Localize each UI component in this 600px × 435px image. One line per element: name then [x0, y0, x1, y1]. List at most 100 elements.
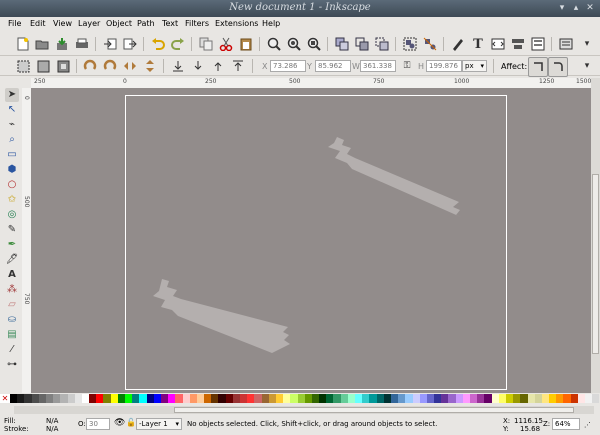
color-swatch[interactable]: [556, 394, 564, 403]
raise-to-top-icon[interactable]: [229, 57, 247, 75]
gradient-icon[interactable]: ▤: [5, 328, 19, 342]
select-icon[interactable]: ➤: [5, 88, 19, 102]
color-swatch[interactable]: [96, 394, 104, 403]
raise-icon[interactable]: [209, 57, 227, 75]
affect-corners-icon[interactable]: [548, 57, 568, 77]
color-swatch[interactable]: [326, 394, 334, 403]
color-swatch[interactable]: [376, 394, 384, 403]
3dbox-icon[interactable]: ⬢: [5, 163, 19, 177]
color-swatch[interactable]: [153, 394, 161, 403]
color-swatch[interactable]: [297, 394, 305, 403]
zoom-selection-icon[interactable]: [265, 35, 283, 53]
select-all-layers-icon[interactable]: [34, 57, 52, 75]
rect-icon[interactable]: ▭: [5, 148, 19, 162]
color-swatch[interactable]: [592, 394, 600, 403]
color-swatch[interactable]: [38, 394, 46, 403]
color-swatch[interactable]: [24, 394, 32, 403]
color-swatch[interactable]: [218, 394, 226, 403]
paste-icon[interactable]: [237, 35, 255, 53]
lower-to-bottom-icon[interactable]: [169, 57, 187, 75]
print-icon[interactable]: [73, 35, 91, 53]
open-icon[interactable]: [33, 35, 51, 53]
color-swatch[interactable]: [333, 394, 341, 403]
color-swatch[interactable]: [390, 394, 399, 403]
eraser-icon[interactable]: ▱: [5, 298, 19, 312]
resize-grip-icon[interactable]: ⋰: [584, 421, 591, 429]
h-field[interactable]: 199.876: [426, 60, 462, 72]
menu-edit[interactable]: Edit: [30, 19, 46, 28]
color-swatch[interactable]: [362, 394, 370, 403]
menu-filters[interactable]: Filters: [185, 19, 209, 28]
color-swatch[interactable]: [470, 394, 478, 403]
menu-text[interactable]: Text: [162, 19, 178, 28]
color-swatch[interactable]: [31, 394, 39, 403]
color-swatch[interactable]: [103, 394, 111, 403]
color-swatch[interactable]: [484, 394, 492, 403]
color-swatch[interactable]: [477, 394, 485, 403]
unit-select[interactable]: px ▾: [462, 60, 487, 72]
color-swatch[interactable]: [585, 394, 593, 403]
color-swatch[interactable]: [520, 394, 528, 403]
ellipse-icon[interactable]: ○: [5, 178, 19, 192]
lock-ratio-icon[interactable]: ⚿: [398, 57, 416, 75]
color-swatch[interactable]: [355, 394, 363, 403]
align-icon[interactable]: [509, 35, 527, 53]
color-swatch[interactable]: [311, 394, 320, 403]
affect-stroke-icon[interactable]: [528, 57, 548, 77]
new-icon[interactable]: [14, 35, 32, 53]
color-swatch[interactable]: [498, 394, 506, 403]
copy-icon[interactable]: [197, 35, 215, 53]
duplicate-icon[interactable]: [333, 35, 351, 53]
preferences-icon[interactable]: [557, 35, 575, 53]
export-icon[interactable]: [121, 35, 139, 53]
color-swatch[interactable]: [434, 394, 442, 403]
color-swatch[interactable]: [211, 394, 219, 403]
opacity-field[interactable]: 30: [86, 418, 110, 430]
color-swatch[interactable]: [125, 394, 133, 403]
color-swatch[interactable]: [290, 394, 298, 403]
palette-scrollbar-thumb[interactable]: [174, 407, 574, 413]
spiral-icon[interactable]: ◎: [5, 208, 19, 222]
toolbar-overflow-icon[interactable]: ▾: [578, 35, 596, 53]
tape-strip[interactable]: [328, 137, 463, 218]
color-swatch[interactable]: [146, 394, 154, 403]
y-field[interactable]: 85.962: [315, 60, 351, 72]
color-swatch[interactable]: [74, 394, 82, 403]
pencil-icon[interactable]: ✎: [5, 223, 19, 237]
color-swatch[interactable]: [261, 394, 269, 403]
color-swatch[interactable]: [513, 394, 521, 403]
w-field[interactable]: 361.338: [360, 60, 396, 72]
menu-help[interactable]: Help: [262, 19, 280, 28]
zoom-icon[interactable]: ⌕: [5, 133, 19, 147]
rotate-ccw-icon[interactable]: [81, 57, 99, 75]
menu-object[interactable]: Object: [106, 19, 132, 28]
color-swatch[interactable]: [225, 394, 233, 403]
color-swatch[interactable]: [10, 394, 18, 403]
xml-editor-icon[interactable]: [489, 35, 507, 53]
color-swatch[interactable]: [204, 394, 212, 403]
palette-scrollbar[interactable]: [14, 406, 594, 414]
color-swatch[interactable]: [441, 394, 449, 403]
zoom-drawing-icon[interactable]: [285, 35, 303, 53]
color-swatch[interactable]: [45, 394, 54, 403]
color-swatch[interactable]: [283, 394, 291, 403]
connector-icon[interactable]: ⊶: [5, 358, 19, 372]
color-swatch[interactable]: [340, 394, 348, 403]
menu-view[interactable]: View: [53, 19, 72, 28]
cut-icon[interactable]: [217, 35, 235, 53]
scrollbar-thumb[interactable]: [592, 174, 599, 354]
menu-layer[interactable]: Layer: [78, 19, 100, 28]
menu-file[interactable]: File: [8, 19, 21, 28]
color-swatch[interactable]: [275, 394, 284, 403]
color-swatch[interactable]: [60, 394, 68, 403]
color-swatch[interactable]: [139, 394, 147, 403]
color-swatch[interactable]: [383, 394, 391, 403]
group-icon[interactable]: [401, 35, 419, 53]
color-swatch[interactable]: [462, 394, 470, 403]
color-swatch[interactable]: [527, 394, 535, 403]
color-swatch[interactable]: [168, 394, 176, 403]
color-swatch[interactable]: [240, 394, 248, 403]
rotate-cw-icon[interactable]: [101, 57, 119, 75]
bucket-icon[interactable]: ⛀: [5, 313, 19, 327]
color-swatch[interactable]: [268, 394, 276, 403]
